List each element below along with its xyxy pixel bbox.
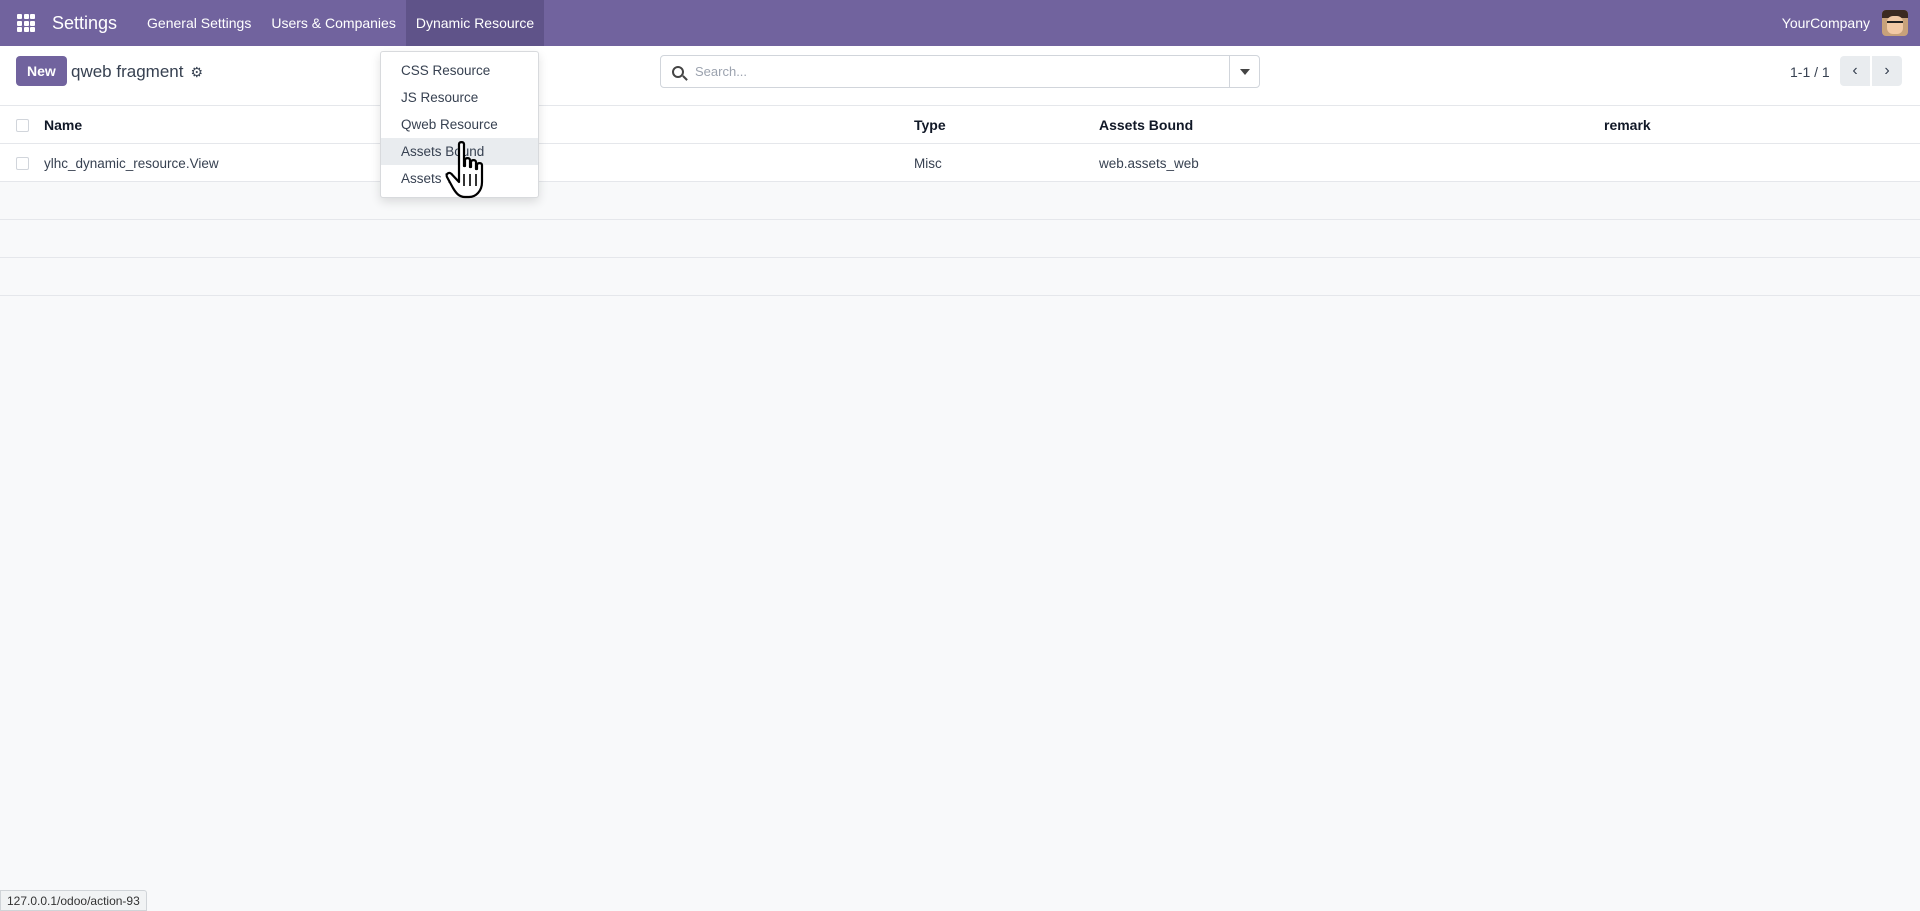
cell-type[interactable]: Misc: [914, 144, 942, 182]
table-row[interactable]: ylhc_dynamic_resource.View Misc web.asse…: [0, 144, 1920, 182]
table-header: Name Type Assets Bound remark: [0, 106, 1920, 144]
apps-menu-button[interactable]: [0, 0, 52, 46]
caret-down-icon: [1239, 68, 1250, 75]
pager-previous-button[interactable]: ‹: [1840, 56, 1870, 86]
menu-dynamic-resource[interactable]: Dynamic Resource: [405, 0, 545, 46]
menu-general-settings[interactable]: General Settings: [137, 0, 261, 46]
search-options-toggle[interactable]: [1229, 56, 1259, 87]
search-icon[interactable]: [661, 56, 695, 87]
pager-value[interactable]: 1-1 / 1: [1790, 64, 1830, 80]
user-avatar[interactable]: [1882, 10, 1908, 36]
column-header-name[interactable]: Name: [44, 106, 82, 144]
search-bar: [660, 55, 1260, 88]
column-header-type[interactable]: Type: [914, 106, 946, 144]
page-title: qweb fragment: [71, 62, 184, 81]
chevron-right-icon: ›: [1884, 62, 1890, 79]
empty-row: [0, 258, 1920, 296]
app-name[interactable]: Settings: [52, 13, 117, 34]
cell-name[interactable]: ylhc_dynamic_resource.View: [44, 144, 219, 182]
row-checkbox[interactable]: [16, 157, 29, 170]
cell-assets-bound[interactable]: web.assets_web: [1099, 144, 1199, 182]
top-navbar: Settings General Settings Users & Compan…: [0, 0, 1920, 46]
pager-next-button[interactable]: ›: [1872, 56, 1902, 86]
chevron-left-icon: ‹: [1852, 62, 1858, 79]
dropdown-item-assets-t[interactable]: Assets T: [381, 165, 538, 192]
menu-users-companies[interactable]: Users & Companies: [261, 0, 406, 46]
list-view: Name Type Assets Bound remark ylhc_dynam…: [0, 106, 1920, 296]
breadcrumb: qweb fragment ⚙: [71, 62, 203, 82]
dropdown-item-js-resource[interactable]: JS Resource: [381, 84, 538, 111]
select-all-checkbox[interactable]: [16, 119, 29, 132]
dropdown-item-qweb-resource[interactable]: Qweb Resource: [381, 111, 538, 138]
new-button[interactable]: New: [16, 56, 67, 86]
dropdown-item-assets-bound[interactable]: Assets Bound: [381, 138, 538, 165]
apps-grid-icon: [17, 14, 35, 32]
dropdown-item-css-resource[interactable]: CSS Resource: [381, 57, 538, 84]
column-header-assets-bound[interactable]: Assets Bound: [1099, 106, 1193, 144]
control-panel: New qweb fragment ⚙ 1-1 / 1 ‹ ›: [0, 46, 1920, 106]
column-header-remark[interactable]: remark: [1604, 106, 1651, 144]
status-bar-url: 127.0.0.1/odoo/action-93: [0, 890, 147, 911]
dynamic-resource-dropdown: CSS Resource JS Resource Qweb Resource A…: [380, 51, 539, 198]
gear-icon[interactable]: ⚙: [190, 64, 203, 81]
company-name[interactable]: YourCompany: [1782, 15, 1870, 31]
empty-row: [0, 182, 1920, 220]
search-input[interactable]: [695, 56, 1229, 87]
empty-row: [0, 220, 1920, 258]
